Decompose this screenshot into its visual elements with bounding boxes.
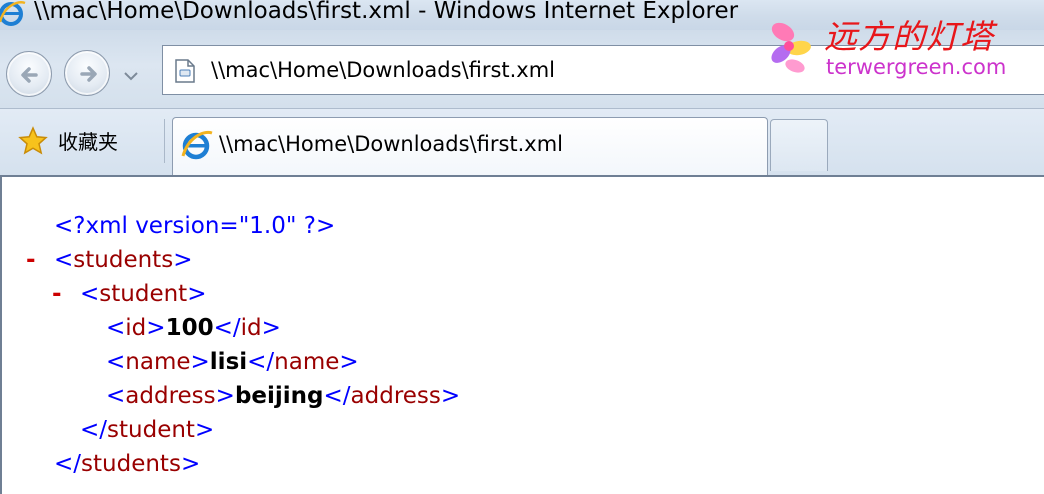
tag-bracket: > [180, 451, 201, 477]
tag-bracket: < [54, 247, 74, 273]
forward-icon [80, 66, 97, 82]
collapse-toggle-students[interactable]: - [26, 243, 36, 277]
tag-bracket: > [187, 281, 207, 307]
page-icon [173, 58, 197, 88]
tag-bracket: > [194, 417, 215, 443]
xml-declaration: <?xml version="1.0" ?> [54, 209, 335, 243]
tag-name-student: student [99, 281, 188, 307]
xml-line-name: <name>lisi</name> [106, 345, 359, 379]
xml-line-address: <address>beijing</address> [106, 379, 460, 413]
tag-bracket: > [339, 349, 359, 375]
recent-pages-dropdown[interactable] [122, 67, 140, 86]
value-address: beijing [234, 383, 324, 409]
tag-name-address: address [125, 383, 216, 409]
tag-bracket: < [106, 349, 126, 375]
tab-current[interactable]: \\mac\Home\Downloads\first.xml [172, 117, 768, 175]
watermark-chinese-text: 远方的灯塔 [824, 17, 994, 56]
flower-logo-icon [765, 18, 821, 80]
favorites-star-icon[interactable] [18, 126, 48, 160]
tag-bracket: > [173, 247, 193, 273]
dropdown-icon [124, 72, 138, 81]
tag-bracket: > [190, 349, 210, 375]
new-tab-button[interactable] [770, 119, 828, 171]
window-title: \\mac\Home\Downloads\first.xml - Windows… [34, 0, 739, 24]
tag-name-id: id [240, 315, 262, 341]
tag-name-address: address [350, 383, 441, 409]
xml-line-student-close: </student> [80, 413, 214, 447]
ie-icon [181, 130, 213, 164]
tag-bracket: < [106, 383, 126, 409]
xml-document-view: <?xml version="1.0" ?> - <students> - <s… [0, 175, 1044, 494]
xml-line-id: <id>100</id> [106, 311, 281, 345]
tag-bracket: < [80, 281, 100, 307]
tag-bracket: </ [80, 417, 108, 443]
separator [164, 119, 165, 163]
tag-bracket: > [146, 315, 166, 341]
tag-name-student: student [107, 417, 195, 443]
address-url: \\mac\Home\Downloads\first.xml [211, 58, 556, 82]
value-id: 100 [165, 315, 214, 341]
forward-button[interactable] [64, 50, 110, 96]
tag-bracket: </ [247, 349, 275, 375]
tag-name-students: students [73, 247, 174, 273]
back-icon [21, 67, 38, 83]
tag-name-students: students [81, 451, 181, 477]
tag-name-id: id [125, 315, 147, 341]
xml-line-students-close: </students> [54, 447, 200, 481]
watermark-site: terwergreen.com [826, 55, 1007, 79]
tag-name-name: name [274, 349, 340, 375]
tag-name-name: name [125, 349, 191, 375]
tag-bracket: > [440, 383, 461, 409]
tab-label: \\mac\Home\Downloads\first.xml [219, 132, 564, 156]
tag-bracket: < [106, 315, 126, 341]
tag-bracket: </ [213, 315, 241, 341]
xml-declaration-text: <?xml version="1.0" ?> [54, 213, 336, 239]
ie-icon [0, 0, 26, 26]
tag-bracket: </ [323, 383, 351, 409]
value-name: lisi [209, 349, 248, 375]
back-button[interactable] [6, 51, 52, 97]
tab-bar: 收藏夹 \\mac\Home\Downloads\first.xml [0, 108, 1044, 175]
tag-bracket: </ [54, 451, 82, 477]
collapse-toggle-student[interactable]: - [52, 277, 62, 311]
tag-bracket: > [215, 383, 235, 409]
tag-bracket: > [261, 315, 281, 341]
favorites-button[interactable]: 收藏夹 [58, 126, 118, 155]
